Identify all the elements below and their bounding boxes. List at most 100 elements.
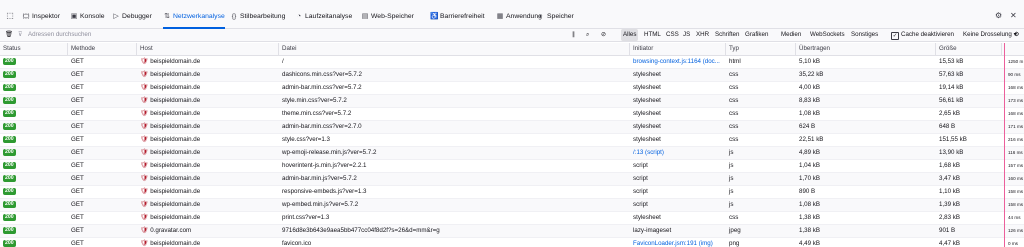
tab-label: Laufzeitanalyse <box>305 13 353 20</box>
trash-icon[interactable]: 🗑 <box>5 29 13 41</box>
disable-cache-checkbox[interactable]: ✓ Cache deaktivieren <box>891 29 954 41</box>
column-header-type[interactable]: Typ <box>726 43 796 55</box>
cell-transferred: 4,89 kB <box>799 149 820 156</box>
cell-transferred: 1,08 kB <box>799 110 820 117</box>
column-header-initiator[interactable]: Initiator <box>630 43 726 55</box>
request-row[interactable]: 200 GET 🛡 beispieldomain.de style.css?ver=1.… <box>0 134 1024 147</box>
request-row[interactable]: 200 GET 🛡 beispieldomain.de wp-embed.min.js?… <box>0 199 1024 212</box>
request-row[interactable]: 200 GET 🛡 beispieldomain.de print.css?ver=1.… <box>0 212 1024 225</box>
tab-debugger[interactable]: ▷ Debugger <box>112 9 151 25</box>
filter-grafiken[interactable]: Grafiken <box>743 29 770 41</box>
cell-host: 🛡 beispieldomain.de <box>137 173 279 185</box>
request-row[interactable]: 200 GET 🛡 beispieldomain.de favicon.ico Favic… <box>0 238 1024 247</box>
status-badge: 200 <box>3 123 16 130</box>
column-header-file[interactable]: Datei <box>279 43 630 55</box>
host-text: beispieldomain.de <box>150 110 201 117</box>
tab-speicher[interactable]: ◐ Speicher <box>537 9 574 25</box>
filter-html[interactable]: HTML <box>642 29 663 41</box>
settings-menu-icon[interactable]: ⚙ <box>1014 29 1020 41</box>
cell-initiator: stylesheet <box>633 136 661 143</box>
filter-alles[interactable]: Alles <box>621 29 639 41</box>
cell-initiator[interactable]: browsing-context.js:1164 (doc... <box>630 56 726 68</box>
filter-schriften[interactable]: Schriften <box>713 29 741 41</box>
status-badge: 200 <box>3 149 16 156</box>
waterfall-timeline-marker <box>1004 43 1005 247</box>
cell-method: GET <box>71 175 84 182</box>
network-icon: ⇅ <box>164 13 170 20</box>
request-row[interactable]: 200 GET 🛡 beispieldomain.de admin-bar.min.cs… <box>0 82 1024 95</box>
column-header-status[interactable]: Status <box>0 43 68 55</box>
cell-initiator: stylesheet <box>633 97 661 104</box>
cell-type: css <box>729 71 739 78</box>
cell-size: 1,10 kB <box>939 188 960 195</box>
tab-web-speicher[interactable]: ▤ Web-Speicher <box>361 9 414 25</box>
request-row[interactable]: 200 GET 🛡 beispieldomain.de theme.min.css?ve… <box>0 108 1024 121</box>
cell-status: 200 <box>0 225 68 237</box>
cell-file: admin-bar.min.css?ver=5.7.2 <box>282 84 362 91</box>
cell-host: 🛡 beispieldomain.de <box>137 147 279 159</box>
request-row[interactable]: 200 GET 🛡 0.gravatar.com 9716d8e3b643e9aea5b… <box>0 225 1024 238</box>
request-row[interactable]: 200 GET 🛡 beispieldomain.de style.min.css?ve… <box>0 95 1024 108</box>
cell-initiator: script <box>633 175 648 182</box>
request-row[interactable]: 200 GET 🛡 beispieldomain.de / browsing-contex… <box>0 56 1024 69</box>
tab-label: Stilbearbeitung <box>240 13 286 20</box>
column-header-host[interactable]: Host <box>137 43 279 55</box>
request-row[interactable]: 200 GET 🛡 beispieldomain.de responsive-embed… <box>0 186 1024 199</box>
url-filter-input[interactable]: Adressen durchsuchen <box>28 29 568 41</box>
request-row[interactable]: 200 GET 🛡 beispieldomain.de admin-bar.min.cs… <box>0 121 1024 134</box>
block-icon[interactable]: ⊘ <box>601 29 606 41</box>
search-icon[interactable]: ⌕ <box>586 29 589 41</box>
filter-websockets[interactable]: WebSockets <box>808 29 847 41</box>
pause-icon[interactable]: ∥ <box>572 29 575 41</box>
cell-file: / <box>282 58 284 65</box>
tab-konsole[interactable]: ▣ Konsole <box>70 9 105 25</box>
request-row[interactable]: 200 GET 🛡 beispieldomain.de dashicons.min.cs… <box>0 69 1024 82</box>
settings-icon[interactable]: ⚙ <box>995 11 1002 20</box>
cell-file: favicon.ico <box>282 240 312 247</box>
element-picker-icon[interactable]: ⬚ <box>4 10 16 22</box>
tab-laufzeitanalyse[interactable]: ◔ Laufzeitanalyse <box>295 9 352 25</box>
cell-size: 151,55 kB <box>939 136 967 143</box>
cell-initiator[interactable]: FaviconLoader.jsm:191 (img) <box>630 238 726 247</box>
performance-icon: ◔ <box>296 13 302 20</box>
cell-time: 168 ms <box>1008 85 1024 90</box>
status-badge: 200 <box>3 227 16 234</box>
cell-size: 19,14 kB <box>939 84 964 91</box>
filter-css[interactable]: CSS <box>664 29 681 41</box>
cell-time: 0 ms <box>1008 241 1018 246</box>
cell-file: admin-bar.min.css?ver=2.7.0 <box>282 123 362 130</box>
request-row[interactable]: 200 GET 🛡 beispieldomain.de admin-bar.min.js… <box>0 173 1024 186</box>
filter-js[interactable]: JS <box>681 29 692 41</box>
tab-anwendung[interactable]: ▦ Anwendung <box>496 9 542 25</box>
request-row[interactable]: 200 GET 🛡 beispieldomain.de wp-emoji-release… <box>0 147 1024 160</box>
cell-initiator[interactable]: /:13 (script) <box>630 147 726 159</box>
cell-host: 🛡 beispieldomain.de <box>137 186 279 198</box>
cell-host: 🛡 beispieldomain.de <box>137 212 279 224</box>
insecure-connection-icon: 🛡 <box>140 201 149 208</box>
close-icon[interactable]: ✕ <box>1010 11 1017 20</box>
column-header-transferred[interactable]: Übertragen <box>796 43 936 55</box>
tab-barrierefreiheit[interactable]: ♿ Barrierefreiheit <box>430 9 485 25</box>
insecure-connection-icon: 🛡 <box>140 123 149 130</box>
cell-file: wp-embed.min.js?ver=5.7.2 <box>282 201 359 208</box>
cell-transferred: 890 B <box>799 188 816 195</box>
tab-netzwerkanalyse[interactable]: ⇅ Netzwerkanalyse <box>163 9 225 29</box>
host-text: 0.gravatar.com <box>150 227 192 234</box>
column-header-waterfall[interactable] <box>1002 43 1024 55</box>
column-header-method[interactable]: Methode <box>68 43 137 55</box>
filter-medien[interactable]: Medien <box>779 29 803 41</box>
request-row[interactable]: 200 GET 🛡 beispieldomain.de hoverintent-js.m… <box>0 160 1024 173</box>
filter-sonstiges[interactable]: Sonstiges <box>849 29 880 41</box>
cell-method: GET <box>71 201 84 208</box>
cell-size: 648 B <box>939 123 956 130</box>
cell-transferred: 1,70 kB <box>799 175 820 182</box>
tab-stilbearbeitung[interactable]: {} Stilbearbeitung <box>230 9 286 25</box>
cell-type: js <box>729 188 734 195</box>
filter-xhr[interactable]: XHR <box>694 29 711 41</box>
cell-host: 🛡 beispieldomain.de <box>137 160 279 172</box>
cell-status: 200 <box>0 212 68 224</box>
insecure-connection-icon: 🛡 <box>140 110 149 117</box>
tab-inspektor[interactable]: ⬚ Inspektor <box>22 9 60 25</box>
throttle-select[interactable]: Keine Drosselung ▾ <box>963 29 1017 41</box>
column-header-size[interactable]: Größe <box>936 43 1002 55</box>
